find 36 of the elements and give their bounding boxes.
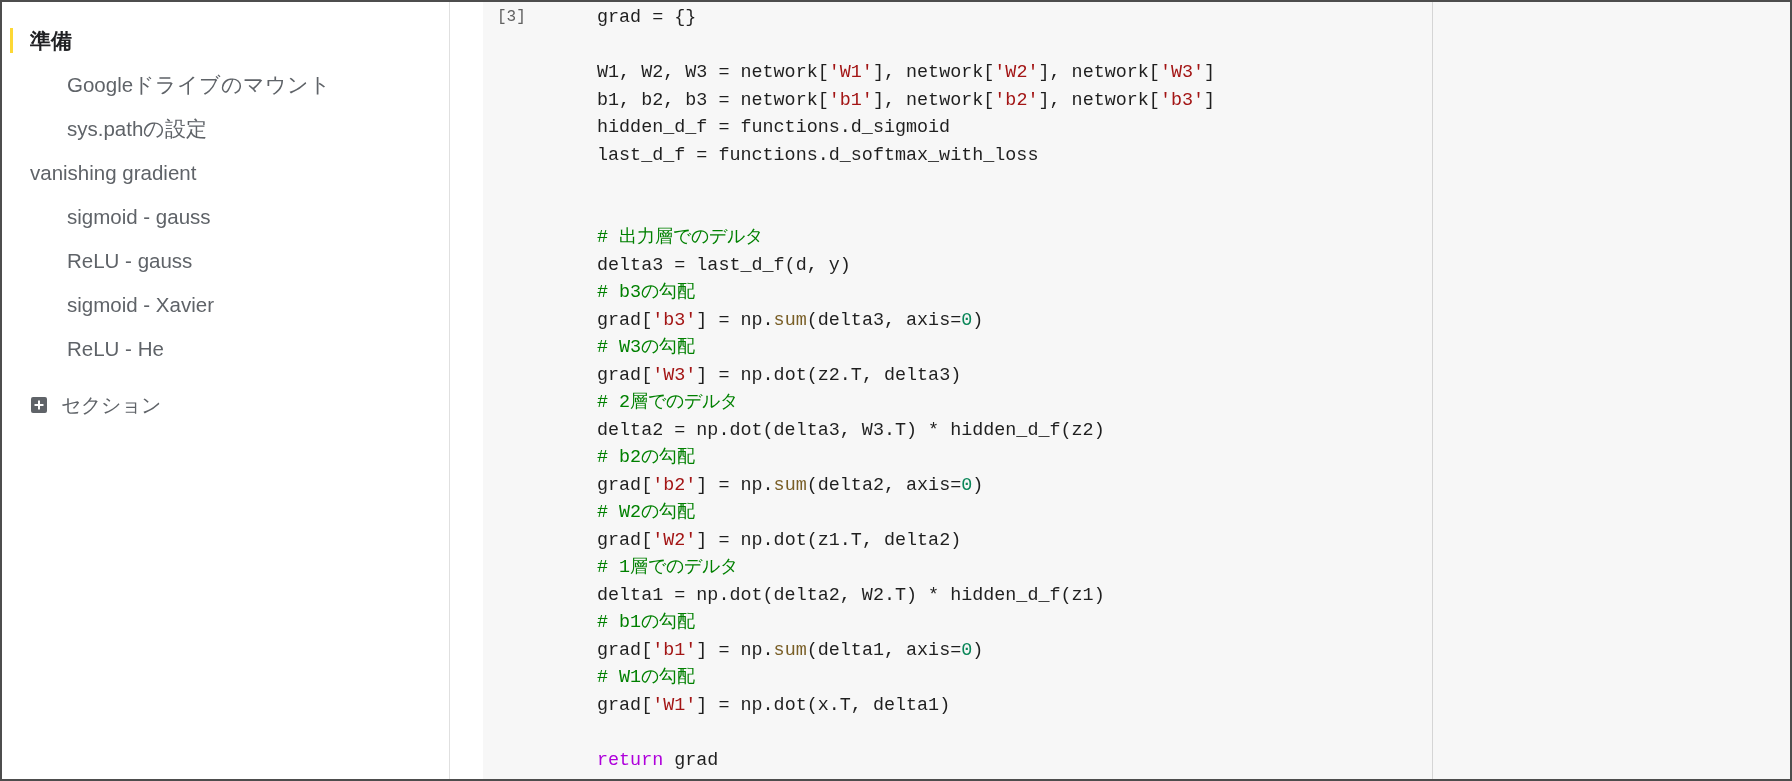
execution-count: [3] [497,7,526,28]
code-line: # b2の勾配 [597,446,696,470]
code-line: return grad [597,748,719,773]
toc-item[interactable]: Googleドライブのマウント [47,71,332,97]
code-line: # 1層でのデルタ [597,556,739,580]
toc-item[interactable]: 準備 [10,27,72,53]
code-line: hidden_d_f = functions.d_sigmoid [597,116,951,140]
code-line: delta3 = last_d_f(d, y) [597,253,851,278]
code-cell[interactable] [483,2,1432,779]
plus-icon [31,396,47,413]
code-line: # W1の勾配 [597,666,696,690]
code-line: # b3の勾配 [597,281,696,305]
add-section-button[interactable]: セクション [31,389,161,420]
code-line: delta2 = np.dot(delta3, W3.T) * hidden_d_f(z2) [597,418,1105,443]
code-line: grad['b3'] = np.sum(delta3, axis=0) [597,308,984,333]
toc-item[interactable]: ReLU - He [47,335,164,361]
code-line: grad = {} [597,6,697,30]
code-line: grad['W1'] = np.dot(x.T, delta1) [597,693,951,718]
code-line: # 2層でのデルタ [597,391,739,415]
code-line: grad['b2'] = np.sum(delta2, axis=0) [597,473,984,498]
code-line: # 出力層でのデルタ [597,226,764,250]
toc-item[interactable]: sys.pathの設定 [47,115,208,141]
code-line: W1, W2, W3 = network['W1'], network['W2'], network['W3'] [597,61,1216,85]
code-line: # W3の勾配 [597,336,696,360]
code-line: delta1 = np.dot(delta2, W2.T) * hidden_d_f(z1) [597,583,1105,608]
code-line: # b1の勾配 [597,611,696,635]
toc-item[interactable]: ReLU - gauss [47,247,193,273]
code-line: b1, b2, b3 = network['b1'], network['b2'], network['b3'] [597,88,1216,113]
code-line: # W2の勾配 [597,501,696,525]
toc-item[interactable]: vanishing gradient [10,159,197,185]
code-line: grad['W3'] = np.dot(z2.T, delta3) [597,363,962,388]
code-line: last_d_f = functions.d_softmax_with_loss [597,143,1039,168]
code-line: grad['b1'] = np.sum(delta1, axis=0) [597,638,984,663]
toc-item[interactable]: sigmoid - Xavier [47,291,214,317]
code-line: grad['W2'] = np.dot(z1.T, delta2) [597,528,962,553]
toc-item[interactable]: sigmoid - gauss [47,203,211,229]
